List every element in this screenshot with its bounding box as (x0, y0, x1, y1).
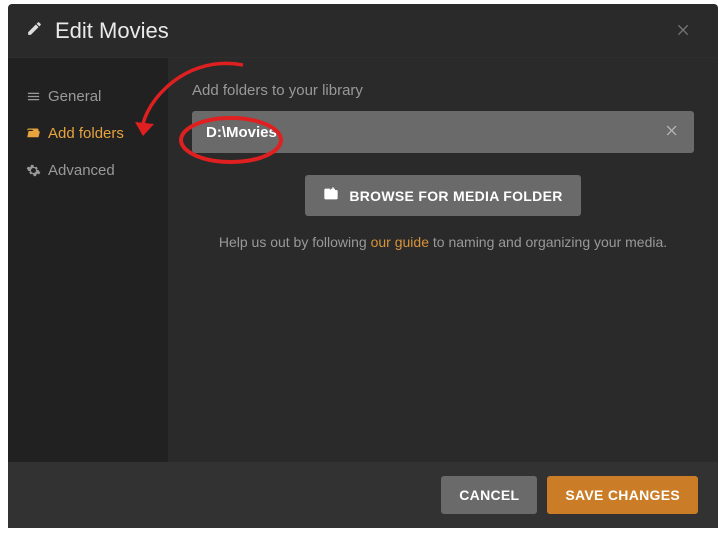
save-button-label: SAVE CHANGES (565, 487, 680, 503)
pencil-icon (26, 20, 43, 42)
save-changes-button[interactable]: SAVE CHANGES (547, 476, 698, 514)
sidebar-item-label: Advanced (48, 162, 115, 179)
folder-open-icon (26, 126, 48, 141)
close-icon (676, 18, 692, 43)
remove-folder-button[interactable] (661, 118, 684, 147)
folder-row: D:\Movies (192, 111, 694, 153)
help-text-prefix: Help us out by following (219, 234, 371, 250)
close-icon (665, 122, 680, 142)
sidebar-item-add-folders[interactable]: Add folders (8, 115, 168, 152)
modal-title: Edit Movies (55, 18, 169, 44)
sidebar-item-advanced[interactable]: Advanced (8, 152, 168, 189)
sidebar-item-label: Add folders (48, 125, 124, 142)
browse-media-folder-button[interactable]: BROWSE FOR MEDIA FOLDER (305, 175, 580, 216)
list-icon (26, 89, 48, 104)
edit-library-modal: Edit Movies General Add folders (8, 4, 718, 528)
sidebar-item-general[interactable]: General (8, 78, 168, 115)
cancel-button-label: CANCEL (459, 487, 519, 503)
sidebar: General Add folders Advanced (8, 58, 168, 462)
folder-plus-icon (323, 186, 339, 205)
folder-path: D:\Movies (206, 124, 277, 141)
close-button[interactable] (668, 14, 700, 48)
sidebar-item-label: General (48, 88, 101, 105)
section-label: Add folders to your library (192, 82, 694, 99)
browse-button-label: BROWSE FOR MEDIA FOLDER (349, 188, 562, 204)
modal-body: General Add folders Advanced Add folders… (8, 58, 718, 462)
main-panel: Add folders to your library D:\Movies BR… (168, 58, 718, 462)
our-guide-link[interactable]: our guide (371, 234, 429, 250)
browse-wrap: BROWSE FOR MEDIA FOLDER (192, 175, 694, 216)
modal-header: Edit Movies (8, 4, 718, 58)
help-text-suffix: to naming and organizing your media. (429, 234, 667, 250)
cancel-button[interactable]: CANCEL (441, 476, 537, 514)
modal-footer: CANCEL SAVE CHANGES (8, 462, 718, 528)
help-text: Help us out by following our guide to na… (192, 234, 694, 250)
gear-icon (26, 163, 48, 178)
